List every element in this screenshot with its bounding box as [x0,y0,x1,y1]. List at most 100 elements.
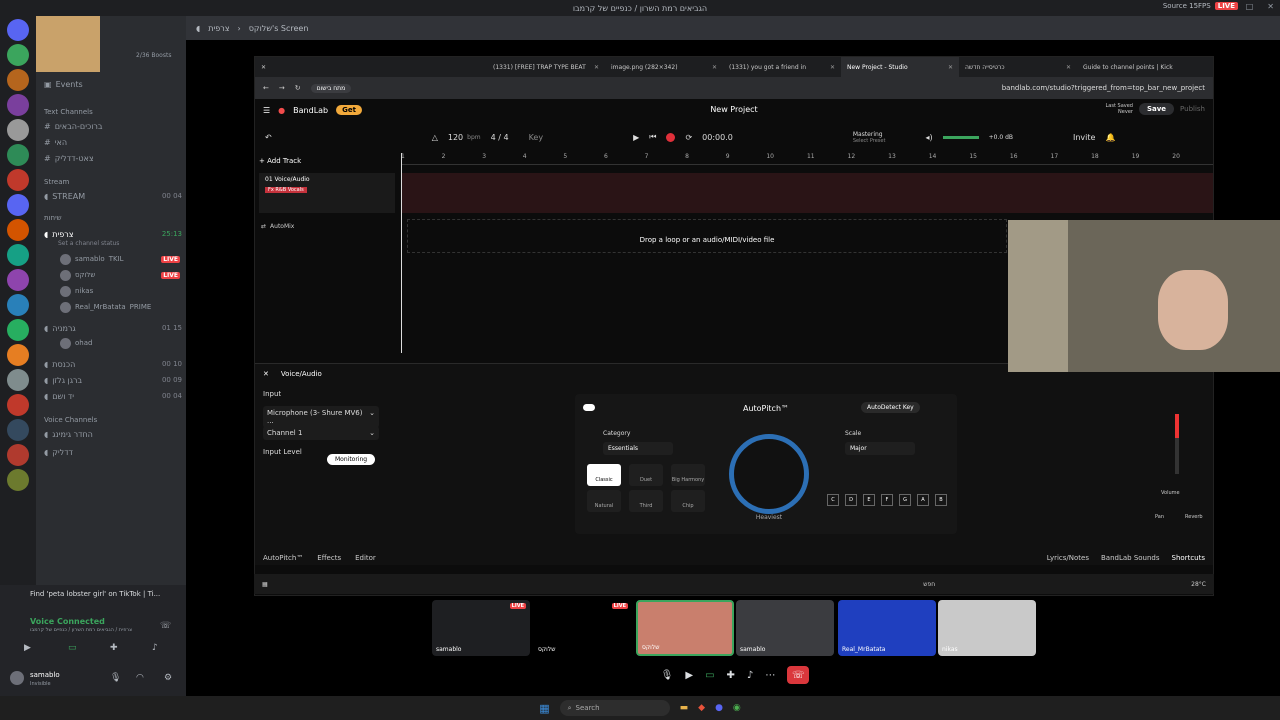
activities-icon[interactable]: ✚ [727,670,735,681]
browser-tab[interactable]: Guide to channel points | Kick [1077,57,1195,77]
scale-key[interactable]: A [917,494,929,506]
category-voice-channels[interactable]: Voice Channels [44,416,97,424]
server-icon[interactable] [7,269,29,291]
discord-home-icon[interactable] [7,19,29,41]
voice-channel[interactable]: ◖ הכנסת 00 10 [44,356,182,372]
channel-status[interactable]: Set a channel status [58,240,119,247]
discord-icon[interactable]: ● [715,703,723,713]
url-field[interactable]: bandlab.com/studio?triggered_from=top_ba… [1002,84,1205,92]
minimize-icon[interactable]: – [1228,2,1232,11]
participant-tile[interactable]: LIVE שלוקס [534,600,632,656]
stream-channel[interactable]: ◖ STREAM 00 04 [44,188,182,204]
scale-key[interactable]: B [935,494,947,506]
save-button[interactable]: Save [1138,103,1175,115]
forward-icon[interactable]: → [279,84,285,92]
chrome-icon[interactable]: ◉ [733,703,741,713]
more-icon[interactable]: ⋯ [765,670,775,681]
reverb-knob[interactable]: Reverb [1185,514,1203,520]
get-button[interactable]: Get [336,105,362,115]
close-icon[interactable]: ✕ [830,64,835,71]
server-icon[interactable] [7,344,29,366]
voice-channel[interactable]: ◖ יד ושם 00 04 [44,388,182,404]
scale-key[interactable]: E [863,494,875,506]
invite-button[interactable]: Invite [1073,133,1095,142]
voice-channel[interactable]: ◖ החדר גימינג [44,426,182,442]
record-icon[interactable] [666,132,676,142]
sounds-button[interactable]: BandLab Sounds [1101,554,1160,562]
tab-editor[interactable]: Editor [355,554,376,562]
server-icon[interactable] [7,169,29,191]
loop-icon[interactable]: ⟳ [685,133,692,142]
category-select[interactable]: Essentials [603,442,673,455]
play-icon[interactable]: ▶ [633,133,639,142]
browser-tab[interactable]: (1331) [FREE] TRAP TYPE BEAT ✕ [487,57,605,77]
category-text[interactable]: Text Channels [44,108,93,116]
server-icon[interactable] [7,69,29,91]
maximize-icon[interactable]: □ [1246,2,1254,11]
menu-icon[interactable]: ☰ [263,106,270,115]
shortcuts-button[interactable]: Shortcuts [1172,554,1205,562]
voice-user[interactable]: ohad [60,336,180,350]
server-icon[interactable] [7,319,29,341]
browser-tab-active[interactable]: New Project - Studio ✕ [841,57,959,77]
autopitch-knob[interactable] [729,434,809,514]
close-icon[interactable]: ✕ [712,64,717,71]
activity-text[interactable]: Find 'peta lobster girl' on TikTok | Ti.… [30,590,160,598]
track-header[interactable]: 01 Voice/Audio Fx R&B Vocals [259,173,395,213]
voice-channel[interactable]: ◖ ברגן גלזן 00 09 [44,372,182,388]
undo-icon[interactable]: ↶ [265,133,272,142]
reload-icon[interactable]: ↻ [295,84,301,92]
events-link[interactable]: ▣ Events [44,76,182,92]
close-icon[interactable]: ✕ [263,370,269,378]
settings-icon[interactable]: ⚙ [164,673,172,683]
rewind-icon[interactable]: ⏮ [649,132,656,142]
category-stream[interactable]: Stream [44,178,69,186]
voice-user[interactable]: nikas [60,284,180,298]
master-volume-slider[interactable] [942,135,979,139]
activities-icon[interactable]: ✚ [110,643,118,653]
voice-channel[interactable]: ◖ גרמניה 01 15 [44,320,182,336]
voice-user[interactable]: שלוקס LIVE [60,268,180,282]
back-icon[interactable]: ← [263,84,269,92]
preset-option[interactable]: Duet [629,464,663,486]
server-icon[interactable] [7,294,29,316]
browser-tab[interactable]: (1331) you got a friend in ✕ [723,57,841,77]
headphones-icon[interactable]: ◠ [136,673,144,683]
voice-user[interactable]: Real_MrBatata PRIME [60,300,180,314]
scale-key[interactable]: D [845,494,857,506]
camera-icon[interactable]: ▶ [24,643,31,653]
scale-key[interactable]: G [899,494,911,506]
track-preset[interactable]: Fx R&B Vocals [265,187,307,193]
playhead[interactable] [401,153,402,353]
brave-icon[interactable]: ◆ [698,703,705,713]
soundboard-icon[interactable]: ♪ [747,670,753,681]
server-icon[interactable] [7,244,29,266]
track-lane[interactable] [401,173,1213,213]
lyrics-button[interactable]: Lyrics/Notes [1047,554,1089,562]
preset-option[interactable]: Chip [671,490,705,512]
automix-row[interactable]: ⇄ AutoMix [259,219,395,233]
text-channel[interactable]: # ברוכים-הבאים [44,118,182,134]
soundboard-icon[interactable]: ♪ [152,643,158,653]
voice-channel[interactable]: ◖ דדליק [44,444,182,460]
participant-tile[interactable]: שלוקס [636,600,734,656]
end-call-button[interactable]: ☏ [787,666,810,684]
tab-autopitch[interactable]: AutoPitch™ [263,554,303,562]
voice-location[interactable]: צרפית / הגביאים רמת השרון / כנפיים של קר… [30,627,160,633]
server-icon[interactable] [7,194,29,216]
close-icon[interactable]: ✕ [594,64,599,71]
bell-icon[interactable]: 🔔 [1105,133,1115,142]
browser-tab[interactable]: image.png (282×342) ✕ [605,57,723,77]
server-icon[interactable] [7,219,29,241]
time-signature[interactable]: 4 / 4 [491,133,509,142]
participant-tile[interactable]: Real_MrBatata [838,600,936,656]
avatar[interactable] [10,671,24,685]
participant-tile[interactable]: samablo [736,600,834,656]
category-voice[interactable]: שיחות [44,214,62,222]
publish-button[interactable]: Publish [1180,105,1205,113]
scale-key[interactable]: C [827,494,839,506]
metronome-icon[interactable]: △ [432,133,438,142]
key-button[interactable]: Key [529,133,544,142]
drop-zone[interactable]: Drop a loop or an audio/MIDI/video file [407,219,1007,253]
server-icon[interactable] [7,94,29,116]
